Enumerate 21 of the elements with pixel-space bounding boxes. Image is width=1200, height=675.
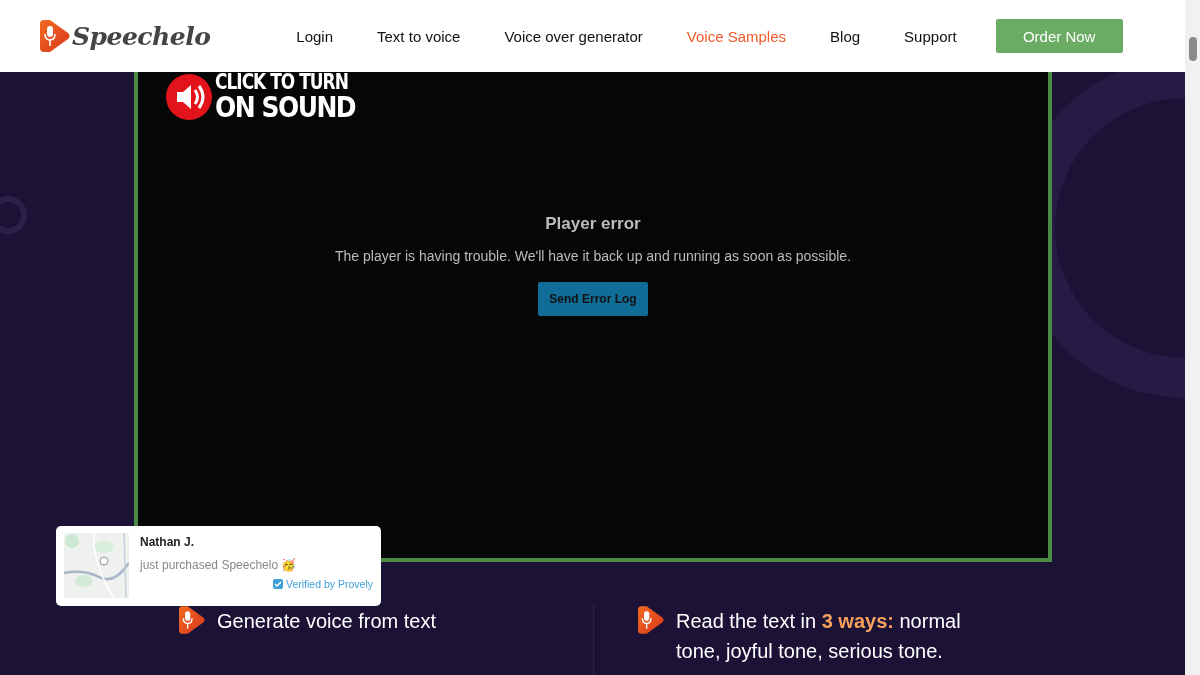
error-message: The player is having trouble. We'll have it back up and running as soon as possible.: [334, 248, 852, 264]
microphone-play-icon: [179, 605, 205, 635]
purchase-notification[interactable]: Nathan J. just purchased Speechelo 🥳 Verified by Provely: [56, 526, 381, 606]
microphone-play-icon: [638, 605, 664, 635]
nav-link[interactable]: Support: [882, 27, 979, 45]
sound-prompt-text[interactable]: CLICK TO TURN: [215, 72, 356, 93]
feature-text: Generate voice from text: [217, 609, 436, 634]
microphone-play-icon: [40, 19, 70, 53]
nav-link[interactable]: Text to voice: [355, 27, 483, 45]
speaker-icon[interactable]: [166, 74, 212, 120]
nav-link[interactable]: Voice over generator: [482, 27, 665, 45]
customer-name: Nathan J.: [140, 535, 195, 549]
checkbox-icon: [273, 579, 284, 589]
logo-text[interactable]: Speechelo: [72, 21, 211, 51]
scrollbar-thumb[interactable]: [1188, 37, 1197, 61]
nav-link[interactable]: Blog: [808, 27, 883, 45]
feature-text: Read the text in 3 ways: normal tone, joyful tone, serious tone.: [676, 609, 962, 664]
nav-link[interactable]: Login: [274, 27, 356, 45]
purchase-message: just purchased Speechelo 🥳: [140, 558, 298, 572]
error-title: Player error: [545, 214, 641, 234]
sound-prompt-text[interactable]: ON SOUND: [215, 93, 356, 122]
